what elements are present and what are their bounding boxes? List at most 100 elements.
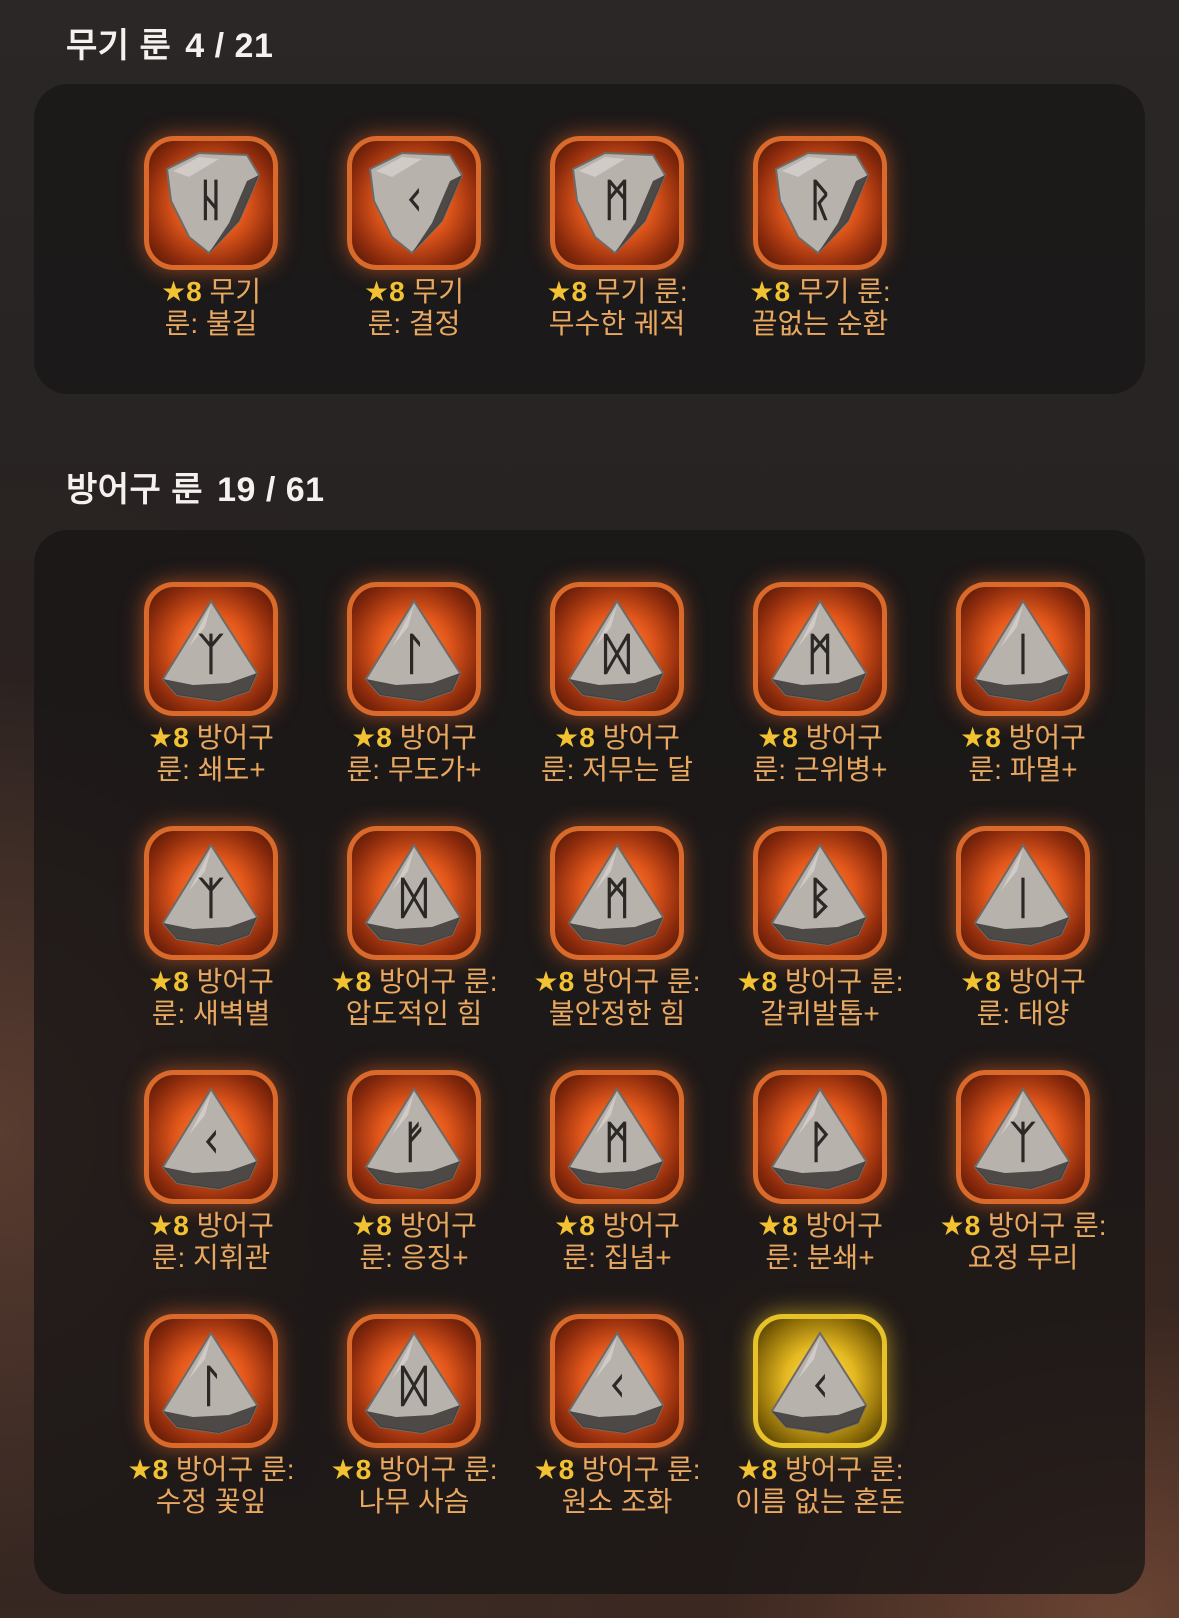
rune-tile[interactable]: ᛉ [144,582,278,716]
rune-grade: 8 [173,966,189,997]
rune-tile[interactable]: ᚹ [753,1070,887,1204]
rune-glyph: ᛉ [1010,1117,1036,1168]
rune-stone-icon: ᛗ [571,151,667,255]
rune-grade: 8 [761,1454,778,1485]
rune-glyph: ᛒ [807,873,833,924]
rune-item[interactable]: ᚺ ★8 무기 룬: 불길 [96,136,306,356]
rune-tile[interactable]: ᛗ [550,1070,684,1204]
rune-stone-icon: ᚲ [368,151,464,255]
rune-item[interactable]: ᛒ ★8 방어구 룬: 갈퀴발톱+ [705,826,915,1046]
rune-grade: 8 [761,966,778,997]
star-icon: ★ [960,722,986,753]
rune-name-line1: 방어구 [391,1210,477,1241]
rune-tile[interactable]: ᛉ [144,826,278,960]
rune-item[interactable]: ᛗ ★8 방어구 룬: 집념+ [502,1070,712,1290]
rune-tile[interactable]: ᚲ [550,1314,684,1448]
rune-item[interactable]: ᛞ ★8 방어구 룬: 압도적인 힘 [299,826,509,1046]
rune-label: ★8 방어구 룬: 원소 조화 [502,1454,732,1518]
rune-tile[interactable]: ᛞ [347,1314,481,1448]
rune-stone-icon: ᛗ [567,1087,665,1191]
rune-tile[interactable]: ᛚ [347,582,481,716]
rune-grade: 8 [571,276,588,307]
rune-label: ★8 방어구 룬: 압도적인 힘 [299,966,529,1030]
rune-tile[interactable]: ᚺ [144,136,278,270]
rune-item[interactable]: ᛚ ★8 방어구 룬: 수정 꽃잎 [96,1314,306,1534]
rune-name-line2: 룬: 새벽별 [151,998,271,1029]
rune-name-line1: 방어구 룬: [371,966,498,997]
rune-tile[interactable]: ᛞ [347,826,481,960]
star-icon: ★ [554,722,580,753]
rune-name-line2: 룬: 결정 [367,308,461,339]
armor-rune-panel: ᛉ ★8 방어구 룬: 쇄도+ ᛚ ★8 방어구 룬: 무도가+ ᛞ ★8 방어구 룬: 저무는… [34,530,1145,1594]
rune-tile[interactable]: ᚲ [144,1070,278,1204]
rune-name-line2: 수정 꽃잎 [155,1486,267,1517]
rune-tile[interactable]: ᛗ [753,582,887,716]
rune-item[interactable]: ᚲ ★8 무기 룬: 결정 [299,136,509,356]
rune-glyph: ᛚ [198,1361,224,1412]
star-icon: ★ [148,966,174,997]
rune-label: ★8 방어구 룬: 요정 무리 [908,1210,1138,1274]
rune-tile[interactable]: ᛁ [956,582,1090,716]
rune-item[interactable]: ᚲ ★8 방어구 룬: 지휘관 [96,1070,306,1290]
rune-tile[interactable]: ᚱ [753,136,887,270]
rune-name-line1: 방어구 룬: [980,1210,1107,1241]
rune-item[interactable]: ᚠ ★8 방어구 룬: 응징+ [299,1070,509,1290]
rune-label: ★8 무기 룬: 끝없는 순환 [705,276,935,340]
rune-tile[interactable]: ᛗ [550,826,684,960]
rune-item[interactable]: ᛉ ★8 방어구 룬: 새벽별 [96,826,306,1046]
rune-stone-icon: ᚲ [161,1087,259,1191]
rune-label: ★8 무기 룬: 결정 [299,276,529,340]
rune-label: ★8 방어구 룬: 무도가+ [299,722,529,786]
rune-item[interactable]: ᛞ ★8 방어구 룬: 나무 사슴 [299,1314,509,1534]
rune-item[interactable]: ᚲ ★8 방어구 룬: 원소 조화 [502,1314,712,1534]
rune-item[interactable]: ᚹ ★8 방어구 룬: 분쇄+ [705,1070,915,1290]
rune-tile[interactable]: ᛒ [753,826,887,960]
rune-tile[interactable]: ᚲ [347,136,481,270]
rune-tile[interactable]: ᛉ [956,1070,1090,1204]
rune-tile[interactable]: ᛁ [956,826,1090,960]
rune-item[interactable]: ᚱ ★8 무기 룬: 끝없는 순환 [705,136,915,356]
star-icon: ★ [757,1210,783,1241]
rune-name-line2: 이름 없는 혼돈 [734,1486,906,1517]
rune-item[interactable]: ᛉ ★8 방어구 룬: 쇄도+ [96,582,306,802]
rune-item[interactable]: ᛗ ★8 방어구 룬: 근위병+ [705,582,915,802]
rune-label: ★8 방어구 룬: 집념+ [502,1210,732,1274]
rune-item[interactable]: ᛁ ★8 방어구 룬: 태양 [908,826,1118,1046]
rune-item[interactable]: ᛞ ★8 방어구 룬: 저무는 달 [502,582,712,802]
rune-name-line1: 방어구 [188,722,274,753]
rune-glyph: ᛗ [604,175,630,226]
rune-tile[interactable]: ᛚ [144,1314,278,1448]
star-icon: ★ [127,1454,153,1485]
rune-name-line1: 방어구 [1000,722,1086,753]
rune-tile[interactable]: ᚲ [753,1314,887,1448]
rune-name-line2: 룬: 쇄도+ [156,754,266,785]
rune-tile[interactable]: ᚠ [347,1070,481,1204]
rune-label: ★8 방어구 룬: 새벽별 [96,966,326,1030]
rune-stone-icon: ᚹ [770,1087,868,1191]
rune-item[interactable]: ᛉ ★8 방어구 룬: 요정 무리 [908,1070,1118,1290]
rune-grade: 8 [376,722,392,753]
rune-stone-icon: ᛉ [161,599,259,703]
rune-name-line2: 무수한 궤적 [548,308,686,339]
rune-grade: 8 [579,1210,595,1241]
rune-glyph: ᛉ [198,873,224,924]
rune-item[interactable]: ᛚ ★8 방어구 룬: 무도가+ [299,582,509,802]
rune-label: ★8 방어구 룬: 나무 사슴 [299,1454,529,1518]
rune-label: ★8 방어구 룬: 수정 꽃잎 [96,1454,326,1518]
rune-tile[interactable]: ᛗ [550,136,684,270]
rune-glyph: ᚺ [198,175,224,226]
rune-glyph: ᛚ [401,629,427,680]
rune-stone-icon: ᛁ [973,599,1071,703]
rune-grade: 8 [355,966,372,997]
rune-item[interactable]: ᛁ ★8 방어구 룬: 파멸+ [908,582,1118,802]
rune-tile[interactable]: ᛞ [550,582,684,716]
rune-item[interactable]: ᛗ ★8 방어구 룬: 불안정한 힘 [502,826,712,1046]
rune-grade: 8 [355,1454,372,1485]
rune-item[interactable]: ᛗ ★8 무기 룬: 무수한 궤적 [502,136,712,356]
rune-glyph: ᚲ [198,1117,224,1168]
rune-stone-icon: ᛚ [364,599,462,703]
rune-label: ★8 방어구 룬: 이름 없는 혼돈 [705,1454,935,1518]
rune-glyph: ᚱ [807,175,833,226]
rune-item[interactable]: ᚲ ★8 방어구 룬: 이름 없는 혼돈 [705,1314,915,1534]
star-icon: ★ [533,1454,559,1485]
